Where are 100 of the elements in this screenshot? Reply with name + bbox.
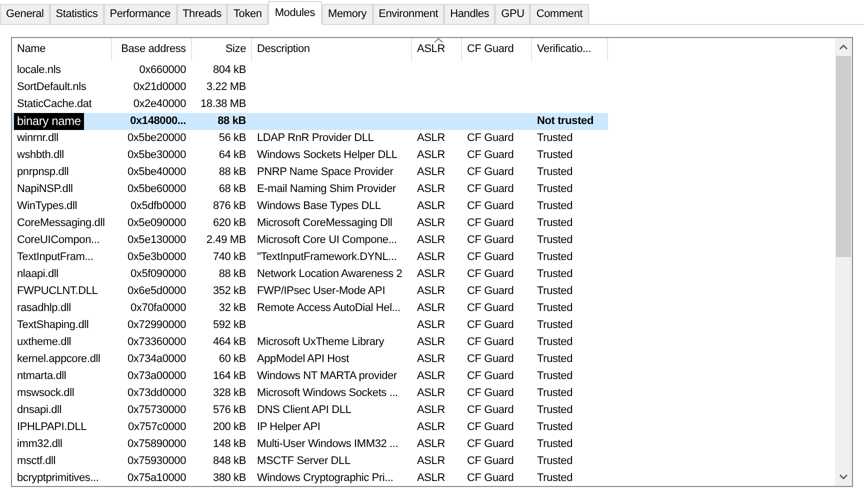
table-cell-text: 876 kB [212, 199, 246, 214]
table-row[interactable]: TextShaping.dll 0x72990000 592 kB ASLR CF Guard Trusted [12, 317, 608, 334]
table-row[interactable]: ntmarta.dll 0x73a00000 164 kB Windows NT MARTA provider ASLR CF Guard Trusted [12, 368, 608, 385]
table-cell-text: bcryptprimitives... [17, 471, 99, 486]
table-cell-text: 3.22 MB [206, 80, 246, 96]
table-cell-text: Trusted [537, 369, 572, 384]
table-row[interactable]: CoreUICompon... 0x5e130000 2.49 MB Microsoft Core UI Compone... ASLR CF Guard Trusted [12, 232, 608, 249]
table-cell-text: CF Guard [467, 420, 514, 436]
table-cell-text: ASLR [417, 233, 445, 248]
table-row[interactable]: dnsapi.dll 0x75730000 576 kB DNS Client API DLL ASLR CF Guard Trusted [12, 402, 608, 419]
tab[interactable]: Performance [104, 4, 177, 24]
table-row[interactable]: mswsock.dll 0x73dd0000 328 kB Microsoft Windows Sockets ... ASLR CF Guard Trusted [12, 385, 608, 402]
table-cell-text: StaticCache.dat [17, 97, 92, 112]
table-row[interactable]: NapiNSP.dll 0x5be60000 68 kB E-mail Naming Shim Provider ASLR CF Guard Trusted [12, 181, 608, 198]
table-row[interactable]: StaticCache.dat 0x2e40000 18.38 MB [12, 96, 608, 113]
table-cell-text: CF Guard [467, 301, 514, 316]
table-cell-text: kernel.appcore.dll [17, 352, 100, 368]
table-row[interactable]: SortDefault.nls 0x21d0000 3.22 MB [12, 79, 608, 96]
column-header[interactable]: Verificatio... [532, 38, 608, 61]
tab[interactable]: Comment [530, 4, 589, 24]
table-row[interactable]: WinTypes.dll 0x5dfb0000 876 kB Windows Base Types DLL ASLR CF Guard Trusted [12, 198, 608, 215]
table-row[interactable]: imm32.dll 0x75890000 148 kB Multi-User Windows IMM32 ... ASLR CF Guard Trusted [12, 436, 608, 453]
table-row[interactable]: IPHLPAPI.DLL 0x757c0000 200 kB IP Helper API ASLR CF Guard Trusted [12, 419, 608, 436]
column-header[interactable]: Description [252, 38, 412, 61]
table-row[interactable]: uxtheme.dll 0x73360000 464 kB Microsoft UxTheme Library ASLR CF Guard Trusted [12, 334, 608, 351]
table-cell-text: ASLR [417, 471, 445, 486]
table-row[interactable]: CoreMessaging.dll 0x5e090000 620 kB Microsoft CoreMessaging Dll ASLR CF Guard Trusted [12, 215, 608, 232]
table-row[interactable]: locale.nls 0x660000 804 kB [12, 62, 608, 79]
table-cell-text: Trusted [537, 199, 572, 214]
table-row[interactable]: binary name 0x148000... 88 kB Not trusted [12, 113, 608, 130]
tab[interactable]: General [0, 4, 50, 24]
table-cell-text: ASLR [417, 199, 445, 214]
table-cell-text: NapiNSP.dll [17, 182, 73, 198]
table-row[interactable]: rasadhlp.dll 0x70fa0000 32 kB Remote Access AutoDial Hel... ASLR CF Guard Trusted [12, 300, 608, 317]
table-cell-text: 88 kB [218, 267, 246, 282]
table-cell-text: 64 kB [218, 148, 246, 164]
table-cell-text: Remote Access AutoDial Hel... [257, 301, 400, 316]
tab[interactable]: Modules [268, 1, 322, 25]
table-cell-text: IP Helper API [257, 420, 320, 436]
tab[interactable]: GPU [495, 4, 530, 24]
table-cell-text: CF Guard [467, 369, 514, 384]
table-cell-text: SortDefault.nls [17, 80, 86, 96]
table-row[interactable]: nlaapi.dll 0x5f090000 88 kB Network Location Awareness 2 ASLR CF Guard Trusted [12, 266, 608, 283]
table-cell-text: CF Guard [467, 284, 514, 300]
table-row[interactable]: FWPUCLNT.DLL 0x6e5d0000 352 kB FWP/IPsec User-Mode API ASLR CF Guard Trusted [12, 283, 608, 300]
table-row[interactable]: pnrpnsp.dll 0x5be40000 88 kB PNRP Name Space Provider ASLR CF Guard Trusted [12, 164, 608, 181]
table-row[interactable]: TextInputFram... 0x5e3b0000 740 kB "TextInputFramework.DYNL... ASLR CF Guard Trusted [12, 249, 608, 266]
table-cell-text: 0x5be40000 [127, 165, 186, 180]
table-cell-text: Trusted [537, 165, 572, 180]
table-cell-text: winrnr.dll [17, 131, 58, 146]
column-header[interactable]: CF Guard [462, 38, 532, 61]
table-row[interactable]: kernel.appcore.dll 0x734a0000 60 kB AppModel API Host ASLR CF Guard Trusted [12, 351, 608, 368]
table-cell-text: CF Guard [467, 386, 514, 402]
table-cell-text: 328 kB [212, 386, 246, 402]
table-cell-text: 0x148000... [130, 114, 186, 130]
table-cell-text: CF Guard [467, 437, 514, 452]
table-cell-text: imm32.dll [17, 437, 62, 452]
table-cell-text: 0x73a00000 [127, 369, 186, 384]
table-cell-text: 380 kB [212, 471, 246, 486]
table-row[interactable]: winrnr.dll 0x5be20000 56 kB LDAP RnR Provider DLL ASLR CF Guard Trusted [12, 130, 608, 147]
table-cell-text: 0x21d0000 [133, 80, 186, 96]
tab[interactable]: Statistics [50, 4, 104, 24]
table-cell-text: Trusted [537, 403, 572, 418]
table-cell-text: CF Guard [467, 182, 514, 198]
table-cell-text: CF Guard [467, 403, 514, 418]
tab[interactable]: Token [227, 4, 268, 24]
table-cell-text: ASLR [417, 250, 445, 266]
table-row[interactable]: msctf.dll 0x75930000 848 kB MSCTF Server DLL ASLR CF Guard Trusted [12, 453, 608, 470]
table-cell-text: 0x72990000 [127, 318, 186, 334]
table-cell-text: "TextInputFramework.DYNL... [257, 250, 397, 266]
scrollbar-thumb[interactable] [836, 56, 851, 257]
table-cell-text: Not trusted [537, 114, 594, 130]
table-cell-text: 804 kB [212, 63, 246, 78]
table-cell-text: ASLR [417, 335, 445, 350]
tab[interactable]: Threads [176, 4, 228, 24]
table-cell-text: CF Guard [467, 352, 514, 368]
column-header[interactable]: Base address [112, 38, 192, 61]
rename-field[interactable]: binary name [14, 113, 84, 130]
column-header[interactable]: Size [192, 38, 252, 61]
table-cell-text: ASLR [417, 369, 445, 384]
table-cell-text: 464 kB [212, 335, 246, 350]
table-cell-text: TextShaping.dll [17, 318, 89, 334]
table-cell-text: ASLR [417, 148, 445, 164]
tab[interactable]: Environment [372, 4, 444, 24]
table-cell-text: mswsock.dll [17, 386, 74, 402]
table-cell-text: rasadhlp.dll [17, 301, 71, 316]
column-header[interactable]: Name [12, 38, 112, 61]
scroll-down-icon[interactable] [839, 474, 848, 480]
table-cell-text: 0x5be20000 [127, 131, 186, 146]
tab[interactable]: Handles [444, 4, 496, 24]
table-cell-text: ASLR [417, 216, 445, 232]
table-cell-text: 0x5e130000 [127, 233, 186, 248]
table-row[interactable]: wshbth.dll 0x5be30000 64 kB Windows Sockets Helper DLL ASLR CF Guard Trusted [12, 147, 608, 164]
table-cell-text: CF Guard [467, 267, 514, 282]
table-cell-text: Trusted [537, 352, 572, 368]
scroll-up-icon[interactable] [839, 44, 848, 50]
column-header[interactable]: ASLR [412, 38, 462, 61]
table-row[interactable]: bcryptprimitives... 0x75a10000 380 kB Windows Cryptographic Pri... ASLR CF Guard Trusted [12, 470, 608, 486]
scrollbar[interactable] [835, 38, 852, 486]
tab[interactable]: Memory [322, 4, 373, 24]
